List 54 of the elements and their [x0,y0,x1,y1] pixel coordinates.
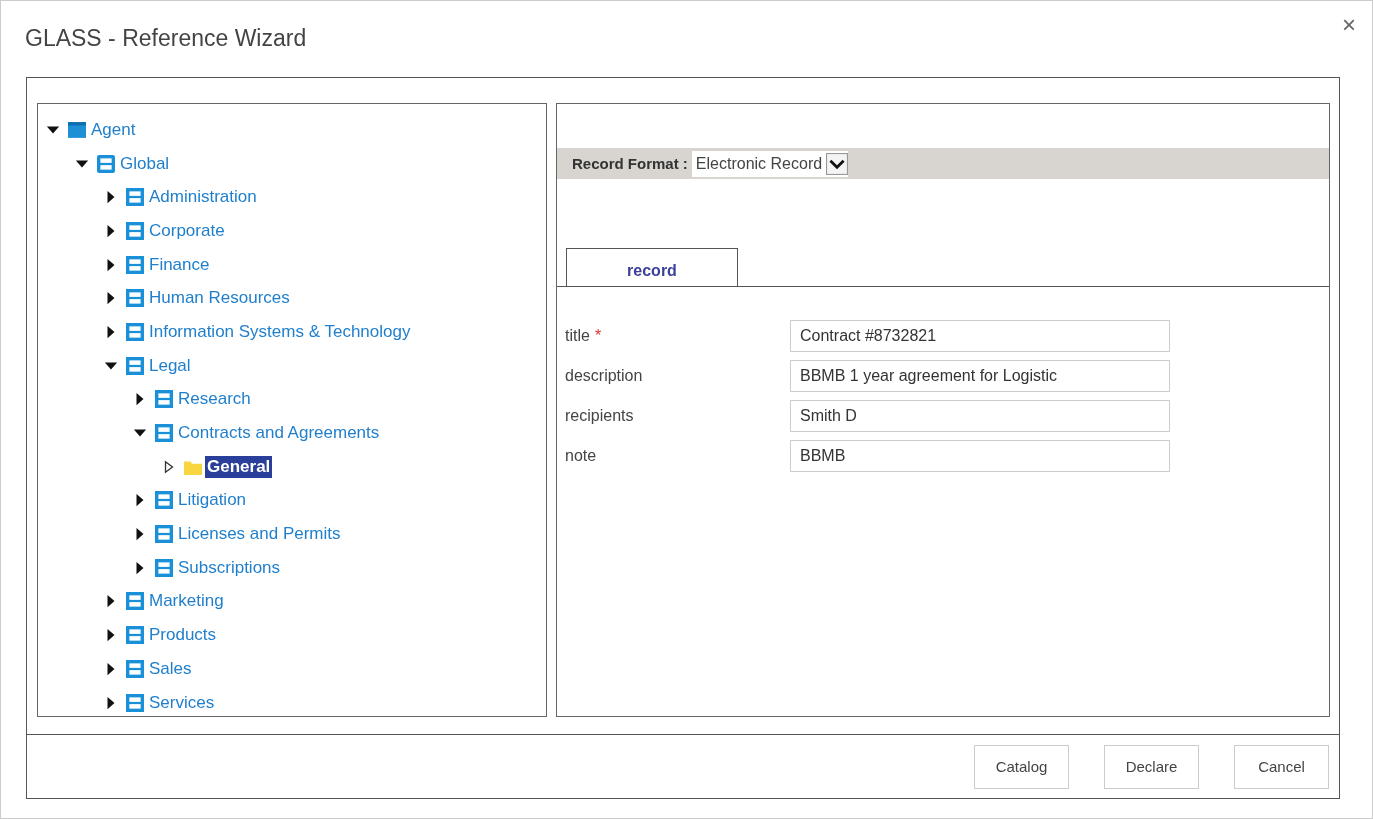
action-button[interactable]: Declare [1104,744,1199,789]
tree-item[interactable]: General [205,455,273,478]
tree-item[interactable]: Finance [147,253,212,276]
tree-item[interactable]: Subscriptions [176,556,283,579]
cabinet-icon [126,255,144,274]
input-field[interactable]: Smith D [790,400,1170,432]
field-label: recipients [565,407,634,424]
cabinet-icon [126,626,144,645]
cabinet-icon [155,558,173,577]
dropdown-icon [826,152,849,175]
tree-item[interactable]: Global [118,152,172,175]
tree-item[interactable]: Administration [147,186,259,209]
close-button[interactable]: × [1342,11,1356,39]
field-label: note [565,447,597,464]
tree-item[interactable]: Information Systems & Technology [147,320,413,343]
tree-item[interactable]: Human Resources [147,287,292,310]
format-label: Record Format : [572,155,688,172]
field-label: description [565,367,643,384]
cabinet-icon [126,221,144,240]
format-select[interactable]: Electronic Record [691,150,849,177]
cabinet-icon [126,356,144,375]
cabinet-icon [126,322,144,341]
cabinet-icon [155,390,173,409]
tree-item[interactable]: Marketing [147,590,226,613]
cabinet-icon [126,289,144,308]
cabinet-icon [126,592,144,611]
required-mark: * [594,327,602,344]
tree-item[interactable]: Products [147,624,219,647]
cabinet-icon [155,424,173,443]
tree-item[interactable]: Sales [147,657,194,680]
expand-icon[interactable] [162,459,176,474]
action-button[interactable]: Catalog [974,744,1069,789]
tree-item[interactable]: Legal [147,354,193,377]
cabinet-icon [97,154,115,173]
tree-item[interactable]: Agent [89,118,138,141]
cabinet-icon [155,491,173,510]
tree-item[interactable]: Corporate [147,219,227,242]
tree-item[interactable]: Contracts and Agreements [176,422,382,445]
tree-item[interactable]: Licenses and Permits [176,523,343,546]
tab[interactable]: record [566,248,738,286]
cabinet-icon [126,693,144,712]
action-button[interactable]: Cancel [1234,744,1329,789]
input-field[interactable]: BBMB 1 year agreement for Logistic [790,360,1170,392]
input-field[interactable]: Contract #8732821 [790,320,1170,352]
cabinet-icon [126,659,144,678]
tree-item[interactable]: Services [147,691,217,714]
tree-item[interactable]: Research [176,388,253,411]
field-label: title [565,327,590,344]
input-field[interactable]: BBMB [790,440,1170,472]
cabinet-icon [155,525,173,544]
window-title: GLASS - Reference Wizard [25,24,307,52]
database-icon [68,120,86,139]
cabinet-icon [126,188,144,207]
tree-item[interactable]: Litigation [176,489,249,512]
